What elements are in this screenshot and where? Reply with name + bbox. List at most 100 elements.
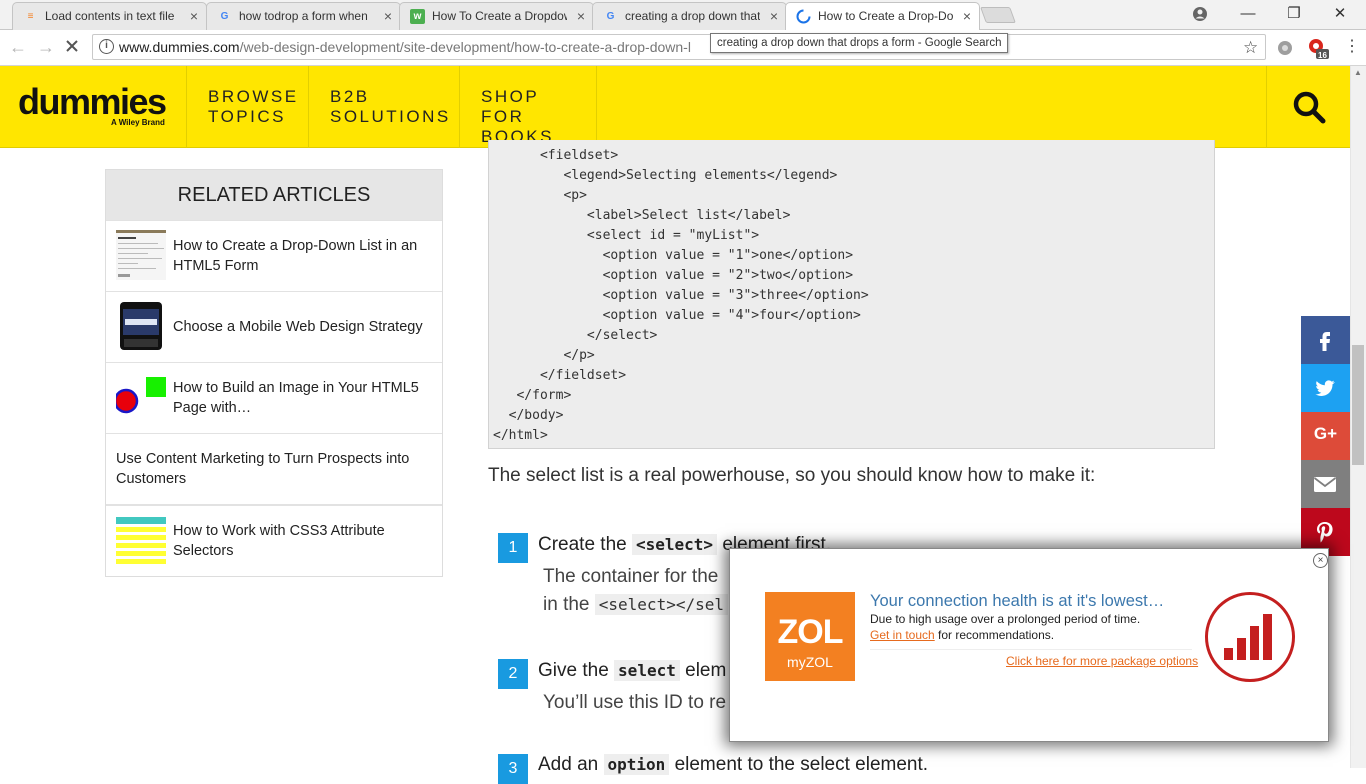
code-line: </form> [493,388,572,403]
step-title: Give the select elem [538,658,726,684]
tab-strip: ≡ Load contents in text file × G how tod… [0,0,1366,31]
forward-icon[interactable]: → [37,36,55,58]
step-number-badge: 3 [498,754,528,784]
step-title-text: Give the [538,660,615,681]
related-articles: RELATED ARTICLES How to Create a Drop-Do… [105,169,443,577]
tab-close-icon[interactable]: × [963,3,971,29]
twitter-icon [1315,380,1335,396]
minimize-button[interactable]: — [1225,3,1271,25]
code-line: <option value = "1">one</option> [493,248,854,263]
dummies-logo[interactable]: dummies [18,82,167,122]
related-article-title: How to Create a Drop-Down List in an HTM… [173,238,418,274]
step-title: Add an option element to the select elem… [538,752,928,778]
tab-close-icon[interactable]: × [190,3,198,29]
get-in-touch-link[interactable]: Get in touch [870,628,935,642]
scrollbar-thumb[interactable] [1352,345,1364,465]
step-title-code: option [603,754,670,775]
close-window-button[interactable]: ✕ [1317,3,1363,25]
nav-browse-topics[interactable]: BROWSE TOPICS [186,66,308,148]
shapes-thumbnail [116,372,166,422]
step-title-text: Add an [538,754,604,775]
step-number-badge: 2 [498,659,528,689]
related-article[interactable]: Use Content Marketing to Turn Prospects … [106,433,442,504]
code-line: </body> [493,408,564,423]
code-line: <label>Select list</label> [493,208,791,223]
restore-button[interactable]: ❐ [1271,3,1317,25]
url-host: www.dummies.com [119,39,240,55]
share-twitter-button[interactable] [1301,364,1350,412]
tab-1[interactable]: ≡ Load contents in text file × [12,2,207,30]
scroll-up-arrow-icon[interactable]: ▲ [1354,68,1362,77]
google-icon: G [220,11,229,22]
step-body: The container for the [543,566,719,587]
package-options-link[interactable]: Click here for more package options [1006,654,1198,668]
site-header: dummies A Wiley Brand BROWSE TOPICS B2B … [0,66,1350,148]
tab-3[interactable]: w How To Create a Dropdown × [399,2,594,30]
info-icon[interactable]: i [99,39,114,54]
step-body-code: <select></sel [594,594,728,615]
search-button[interactable] [1266,66,1350,148]
code-line: <option value = "3">three</option> [493,288,869,303]
tab-title: Load contents in text file [45,9,175,23]
code-line: </html> [493,428,548,443]
step-body-text: in the [543,594,595,615]
step-body: in the <select></sel [543,591,728,619]
step-title-text: element to the select element. [669,754,929,775]
popup-close-button[interactable]: × [1313,553,1328,568]
search-icon [1293,91,1326,124]
code-line: </fieldset> [493,368,627,383]
share-facebook-button[interactable] [1301,316,1350,364]
tab-tooltip: creating a drop down that drops a form -… [710,33,1009,53]
related-article-title: Use Content Marketing to Turn Prospects … [116,451,410,487]
nav-b2b-solutions[interactable]: B2B SOLUTIONS [308,66,459,148]
profile-icon[interactable] [1191,5,1209,28]
code-line: <option value = "2">two</option> [493,268,854,283]
article-paragraph: The select list is a real powerhouse, so… [488,465,1096,486]
tab-close-icon[interactable]: × [384,3,392,29]
code-line: <select id = "myList"> [493,228,760,243]
nav-shop-for-books[interactable]: SHOP FOR BOOKS [459,66,597,148]
tab-title: How to Create a Drop-Down [818,9,953,23]
nav-label-line2: TOPICS [208,107,286,126]
loading-icon [796,9,811,24]
share-google-plus-button[interactable]: G+ [1301,412,1350,460]
step-title-code: select [614,660,680,681]
menu-icon[interactable]: ⋮ [1344,37,1360,57]
stop-icon[interactable] [64,38,80,59]
tab-title: creating a drop down that [625,9,760,23]
nav-label-line1: SHOP FOR [481,87,539,126]
address-bar[interactable]: i www.dummies.com/web-design-development… [92,34,1266,60]
back-icon[interactable]: ← [9,36,27,58]
w3-icon: w [410,9,425,24]
related-article[interactable]: How to Work with CSS3 Attribute Selector… [106,504,442,575]
zol-logo-subtext: myZOL [787,654,833,670]
google-plus-icon: G+ [1313,424,1338,443]
zol-logo: ZOL myZOL [765,592,855,681]
new-tab-button[interactable] [980,7,1016,23]
tab-5-active[interactable]: How to Create a Drop-Down × [785,2,980,31]
tab-2[interactable]: G how todrop a form when × [206,2,401,30]
share-email-button[interactable] [1301,460,1350,508]
tab-close-icon[interactable]: × [770,3,778,29]
popup-message: Due to high usage over a prolonged perio… [870,612,1141,626]
related-article[interactable]: How to Create a Drop-Down List in an HTM… [106,220,442,291]
logo-tagline: A Wiley Brand [111,118,165,127]
popup-heading: Your connection health is at it's lowest… [870,592,1165,610]
email-icon [1313,477,1337,492]
code-line: </select> [493,328,658,343]
facebook-icon [1320,332,1330,351]
tab-4[interactable]: G creating a drop down that × [592,2,787,30]
extension-icon[interactable] [1276,39,1294,62]
code-line: <fieldset> [493,148,619,163]
step-title-text: Create the [538,534,632,555]
toolbar: ← → i www.dummies.com/web-design-develop… [0,30,1366,66]
tab-close-icon[interactable]: × [577,3,585,29]
tab-title: how todrop a form when [239,9,368,23]
stackoverflow-icon: ≡ [27,11,34,22]
phone-thumbnail [116,301,166,351]
code-line: <legend>Selecting elements</legend> [493,168,838,183]
bookmark-star-icon[interactable]: ☆ [1243,38,1258,58]
related-article[interactable]: Choose a Mobile Web Design Strategy [106,291,442,362]
related-article[interactable]: How to Build an Image in Your HTML5 Page… [106,362,442,433]
popup-message: Get in touch for recommendations. [870,628,1054,642]
